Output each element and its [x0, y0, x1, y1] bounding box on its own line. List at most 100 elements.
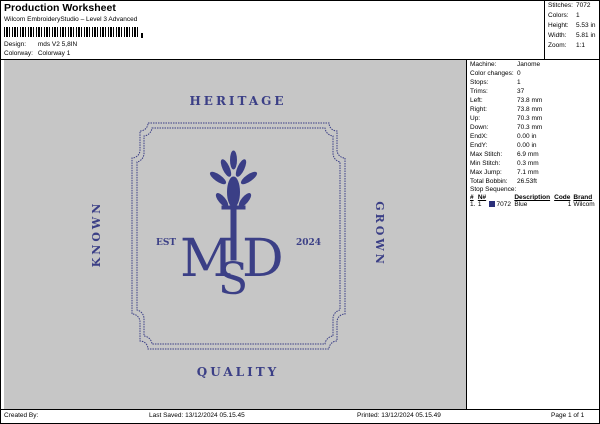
stat-value: 5.81 in [576, 32, 596, 39]
software-subtitle: Wilcom EmbroideryStudio – Level 3 Advanc… [4, 16, 138, 23]
panel-divider [466, 60, 467, 409]
info-down: Down: 70.3 mm [470, 124, 542, 131]
info-value: 0.00 in [517, 142, 537, 149]
col-stitches [488, 194, 514, 201]
info-value: 6.9 mm [517, 151, 539, 158]
stat-width: Width: 5.81 in [548, 32, 596, 39]
info-endy: EndY: 0.00 in [470, 142, 537, 149]
stat-value: 7072 [576, 2, 591, 9]
embroidery-design: HERITAGE QUALITY KNOWN GROWN EST 2024 M … [90, 94, 386, 379]
info-label: Right: [470, 106, 487, 113]
info-color-changes: Color changes: 0 [470, 70, 521, 77]
header-divider [544, 0, 545, 59]
stat-zoom: Zoom: 1:1 [548, 42, 585, 49]
stop-sequence-title: Stop Sequence: [470, 186, 517, 193]
info-max-jump: Max Jump: 7.1 mm [470, 169, 539, 176]
worksheet-title: Production Worksheet [4, 2, 116, 14]
text-left: KNOWN [90, 201, 103, 268]
frame-outer [131, 122, 346, 350]
row-description: Blue [514, 201, 528, 208]
stat-stitches: Stitches: 7072 [548, 2, 590, 9]
row-index: 1. [470, 201, 476, 208]
stat-label: Zoom: [548, 42, 567, 49]
info-value: 73.8 mm [517, 97, 543, 104]
printed-date: Printed: 13/12/2024 05.15.49 [357, 412, 441, 419]
info-value: 70.3 mm [517, 115, 543, 122]
stat-label: Colors: [548, 12, 569, 19]
info-up: Up: 70.3 mm [470, 115, 542, 122]
info-label: EndY: [470, 142, 488, 149]
info-right: Right: 73.8 mm [470, 106, 542, 113]
info-value: 70.3 mm [517, 124, 543, 131]
info-value: 0 [517, 70, 521, 77]
row-stitch-count: 7072 [496, 201, 511, 208]
barcode [4, 27, 140, 37]
info-label: Max Jump: [470, 169, 502, 176]
frame-inner [136, 127, 341, 345]
colorway-row: Colorway: Colorway 1 [4, 50, 70, 57]
row-code: 1 [567, 201, 572, 208]
info-value: 0.3 mm [517, 160, 539, 167]
info-label: Stops: [470, 79, 489, 86]
info-trims: Trims: 37 [470, 88, 524, 95]
info-value: 1 [517, 79, 521, 86]
col-description: Description [514, 194, 551, 201]
design-label: Design: [4, 41, 27, 48]
color-swatch [488, 201, 495, 208]
info-value: 37 [517, 88, 525, 95]
barcode-mark [141, 33, 143, 38]
stat-value: 1 [576, 12, 580, 19]
col-needle: N# [477, 194, 487, 201]
created-by: Created By: [4, 412, 39, 419]
stat-value: 1:1 [576, 42, 586, 49]
est-text: EST [156, 238, 176, 248]
info-value: 7.1 mm [517, 169, 539, 176]
row-needle: 1 [477, 201, 482, 208]
design-value: mds V2 5,8IN [37, 41, 78, 48]
stop-sequence-table: # N# Description Code Brand 1. 1 7072 Bl… [469, 194, 597, 208]
stop-table-header: # N# Description Code Brand [469, 194, 597, 201]
table-row: 1. 1 7072 Blue 1 Wilcom [469, 201, 597, 208]
info-label: Total Bobbin: [470, 178, 508, 185]
info-value: 0.00 in [517, 133, 537, 140]
info-label: Left: [470, 97, 483, 104]
stat-label: Width: [548, 32, 567, 39]
info-min-stitch: Min Stitch: 0.3 mm [470, 160, 539, 167]
info-endx: EndX: 0.00 in [470, 133, 537, 140]
colorway-label: Colorway: [4, 50, 33, 57]
info-machine: Machine: Janome [470, 61, 540, 68]
text-right: GROWN [373, 201, 386, 267]
design-preview: HERITAGE QUALITY KNOWN GROWN EST 2024 M … [4, 60, 466, 409]
info-value: Janome [517, 61, 541, 68]
footer-rule [0, 409, 600, 410]
colorway-value: Colorway 1 [37, 50, 71, 57]
col-index: # [470, 194, 474, 201]
stat-value: 5.53 in [576, 22, 596, 29]
stat-height: Height: 5.53 in [548, 22, 596, 29]
design-row: Design: mds V2 5,8IN [4, 41, 77, 48]
text-bottom: QUALITY [197, 365, 279, 379]
col-code: Code [554, 194, 571, 201]
info-label: Machine: [470, 61, 497, 68]
info-total-bobbin: Total Bobbin: 26.53ft [470, 178, 537, 185]
info-max-stitch: Max Stitch: 6.9 mm [470, 151, 539, 158]
info-label: EndX: [470, 133, 488, 140]
stat-label: Stitches: [548, 2, 573, 9]
text-top: HERITAGE [189, 94, 286, 108]
info-label: Color changes: [470, 70, 514, 77]
stat-label: Height: [548, 22, 569, 29]
info-label: Min Stitch: [470, 160, 501, 167]
row-stitches: 7072 [488, 201, 514, 208]
monogram-right: D [242, 229, 284, 289]
info-left: Left: 73.8 mm [470, 97, 542, 104]
info-value: 73.8 mm [517, 106, 543, 113]
stat-colors: Colors: 1 [548, 12, 580, 19]
info-label: Down: [470, 124, 489, 131]
info-label: Trims: [470, 88, 488, 95]
info-label: Up: [470, 115, 481, 122]
page-number: Page 1 of 1 [551, 412, 585, 419]
row-brand: Wilcom [573, 201, 595, 208]
year-text: 2024 [296, 238, 321, 248]
last-saved: Last Saved: 13/12/2024 05.15.45 [149, 412, 245, 419]
col-brand: Brand [573, 194, 593, 201]
